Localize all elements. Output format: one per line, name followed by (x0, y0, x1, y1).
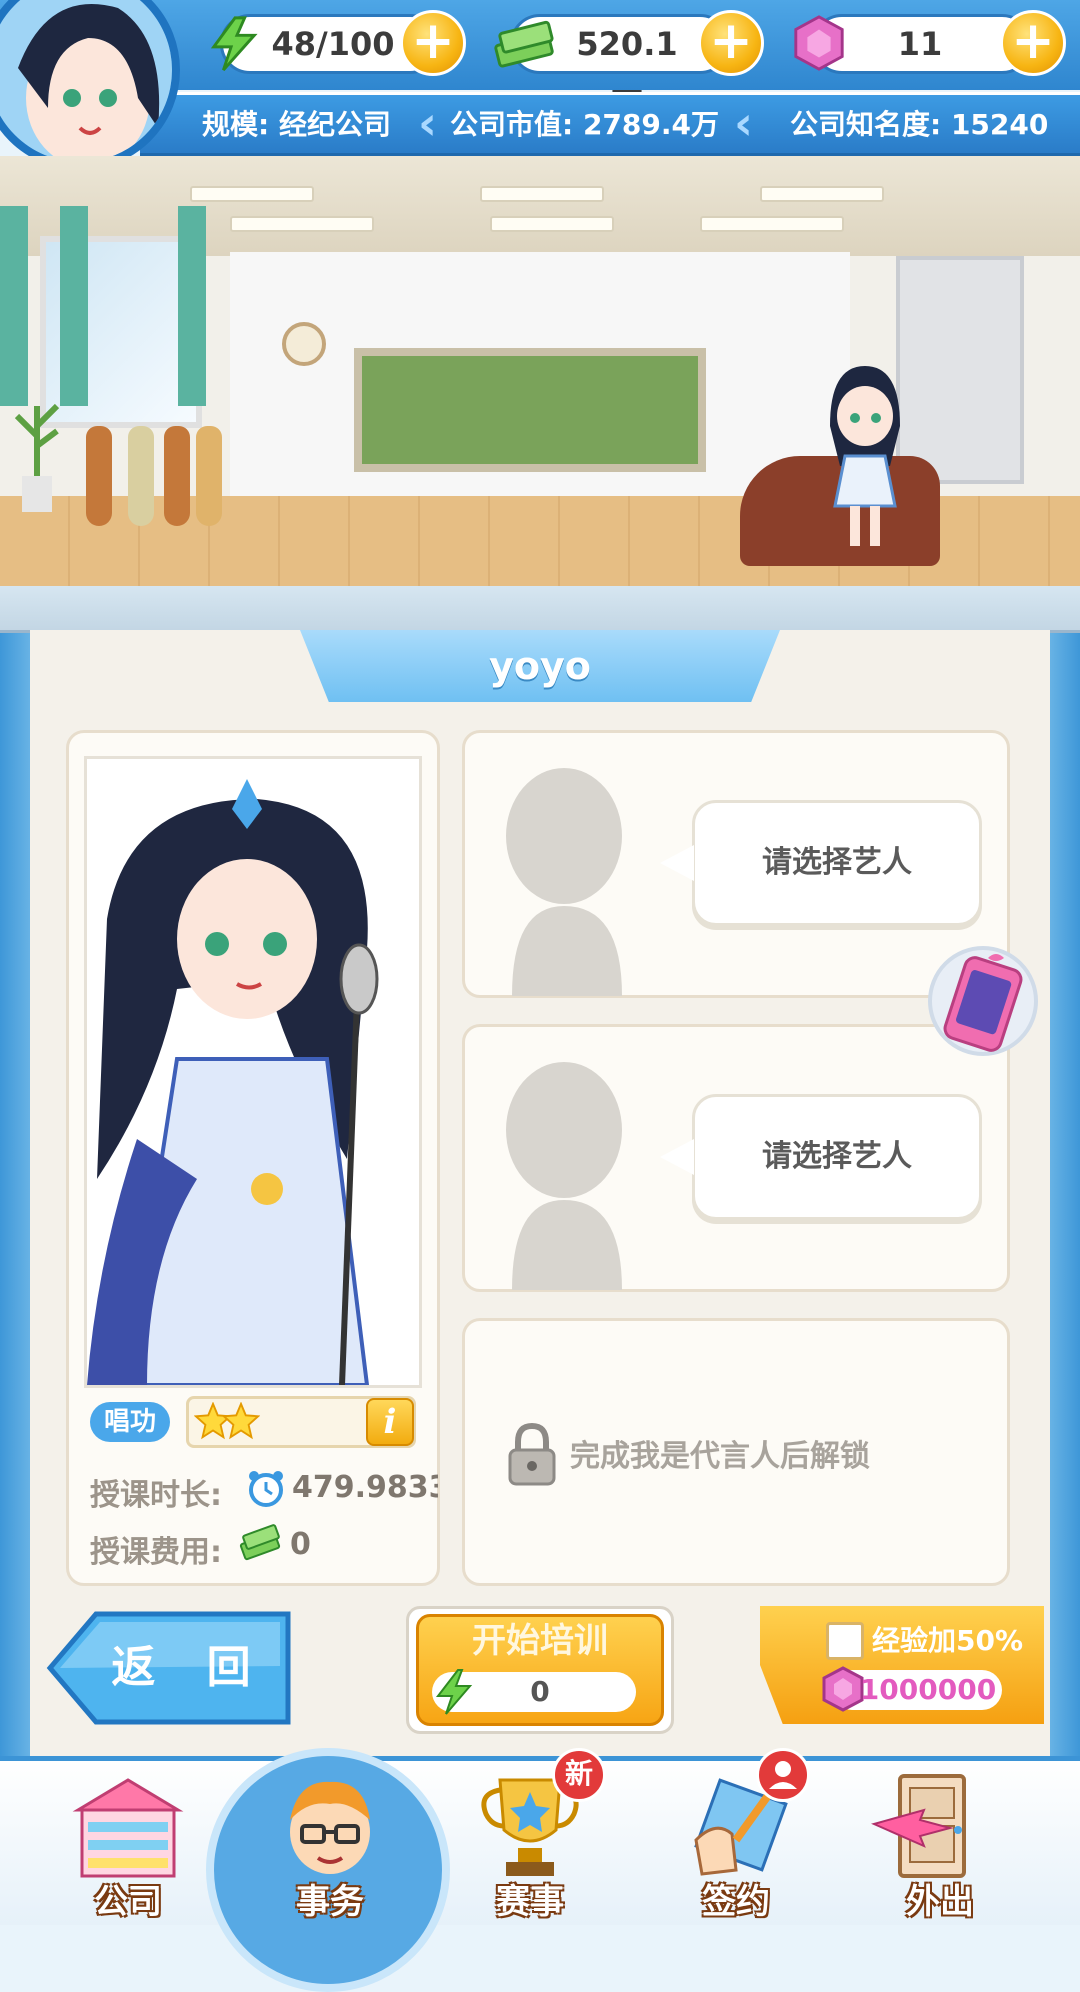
energy-cost-value: 0 (530, 1675, 550, 1708)
guitar-icon (196, 426, 222, 526)
divider-chevron-icon: ‹ (734, 96, 753, 150)
exp-boost-label: 经验加50% (872, 1624, 1024, 1657)
money-value: 520.1万 (576, 25, 678, 123)
idol-portrait-icon (87, 759, 419, 1385)
divider-chevron-icon: ‹ (418, 96, 437, 150)
bubble-tail (660, 845, 694, 881)
avatar-portrait-icon (0, 0, 172, 162)
ceiling-light (700, 216, 844, 232)
trainee-portrait[interactable] (84, 756, 422, 1388)
exp-cost-value: 1000000 (859, 1673, 997, 1706)
exp-boost-checkbox[interactable] (826, 1622, 864, 1660)
nav-outing-label: 外出 (906, 1882, 974, 1922)
ceiling-light (190, 186, 314, 202)
energy-value: 48/100 (271, 25, 395, 63)
pink-gem-icon (794, 15, 844, 71)
curtain (60, 206, 88, 406)
bubble-tail (660, 1139, 694, 1175)
unlock-requirement-text: 完成我是代言人后解锁 (570, 1439, 870, 1474)
trophy-shelf (896, 256, 1024, 484)
empty-artist-silhouette-icon (506, 768, 622, 996)
skill-type-badge: 唱功 (90, 1402, 170, 1442)
notification-person-badge (756, 1748, 810, 1802)
guitar-icon (128, 426, 154, 526)
nav-signing-label: 签约 (702, 1882, 770, 1922)
chibi-idol-character[interactable] (820, 356, 910, 556)
gem-value: 11 (897, 25, 943, 63)
ceiling-light (490, 216, 614, 232)
guitar-icon (86, 426, 112, 526)
person-icon (769, 1761, 797, 1789)
start-training-label: 开始培训 (472, 1621, 608, 1661)
manager-avatar-icon[interactable] (268, 1770, 392, 1880)
new-badge: 新 (552, 1748, 606, 1802)
cash-stack-icon (494, 20, 554, 68)
empty-artist-silhouette-icon (506, 1062, 622, 1290)
phone-button[interactable] (928, 946, 1038, 1056)
trainee-name: yoyo (489, 644, 591, 688)
ceiling-light (760, 186, 884, 202)
nav-affairs-label: 事务 (296, 1882, 364, 1922)
fee-value: 0 (290, 1527, 311, 1562)
skill-info-button[interactable]: i (366, 1398, 414, 1446)
cash-stack-icon (239, 1524, 281, 1561)
curtain (178, 206, 206, 406)
wall-clock-icon (282, 322, 326, 366)
duration-label: 授课时长: (90, 1478, 222, 1513)
curtain (0, 206, 28, 406)
back-button-label: 返 回 (111, 1642, 269, 1693)
ceiling-light (480, 186, 604, 202)
potted-plant-icon (14, 403, 60, 512)
star-icon (222, 1402, 260, 1440)
lock-icon (508, 1422, 556, 1486)
energy-hourglass-icon (210, 16, 258, 72)
guitar-icon (164, 426, 190, 526)
exit-door-icon[interactable] (870, 1770, 990, 1880)
fee-label: 授课费用: (90, 1535, 222, 1570)
nav-company-label: 公司 (94, 1882, 162, 1922)
select-artist-prompt: 请选择艺人 (762, 845, 912, 880)
classroom-scene (0, 156, 1080, 586)
company-building-icon[interactable] (68, 1770, 188, 1880)
select-artist-prompt: 请选择艺人 (762, 1139, 912, 1174)
company-fame: 公司知名度: 15240 (790, 108, 1049, 141)
ceiling-light (230, 216, 374, 232)
pink-phone-icon (943, 954, 1023, 1052)
add-money-button[interactable]: + (698, 10, 764, 76)
company-scale: 规模: 经纪公司 (202, 108, 391, 141)
add-gem-button[interactable]: + (1000, 10, 1066, 76)
alarm-clock-icon (249, 1471, 283, 1507)
energy-icon (435, 1669, 473, 1715)
nav-events-label: 赛事 (496, 1882, 564, 1922)
music-chalkboard (354, 348, 706, 472)
duration-value: 479.983333 (292, 1470, 438, 1505)
company-market-value: 公司市值: 2789.4万 (450, 108, 719, 141)
add-energy-button[interactable]: + (400, 10, 466, 76)
panel-top-rail (0, 586, 1080, 633)
